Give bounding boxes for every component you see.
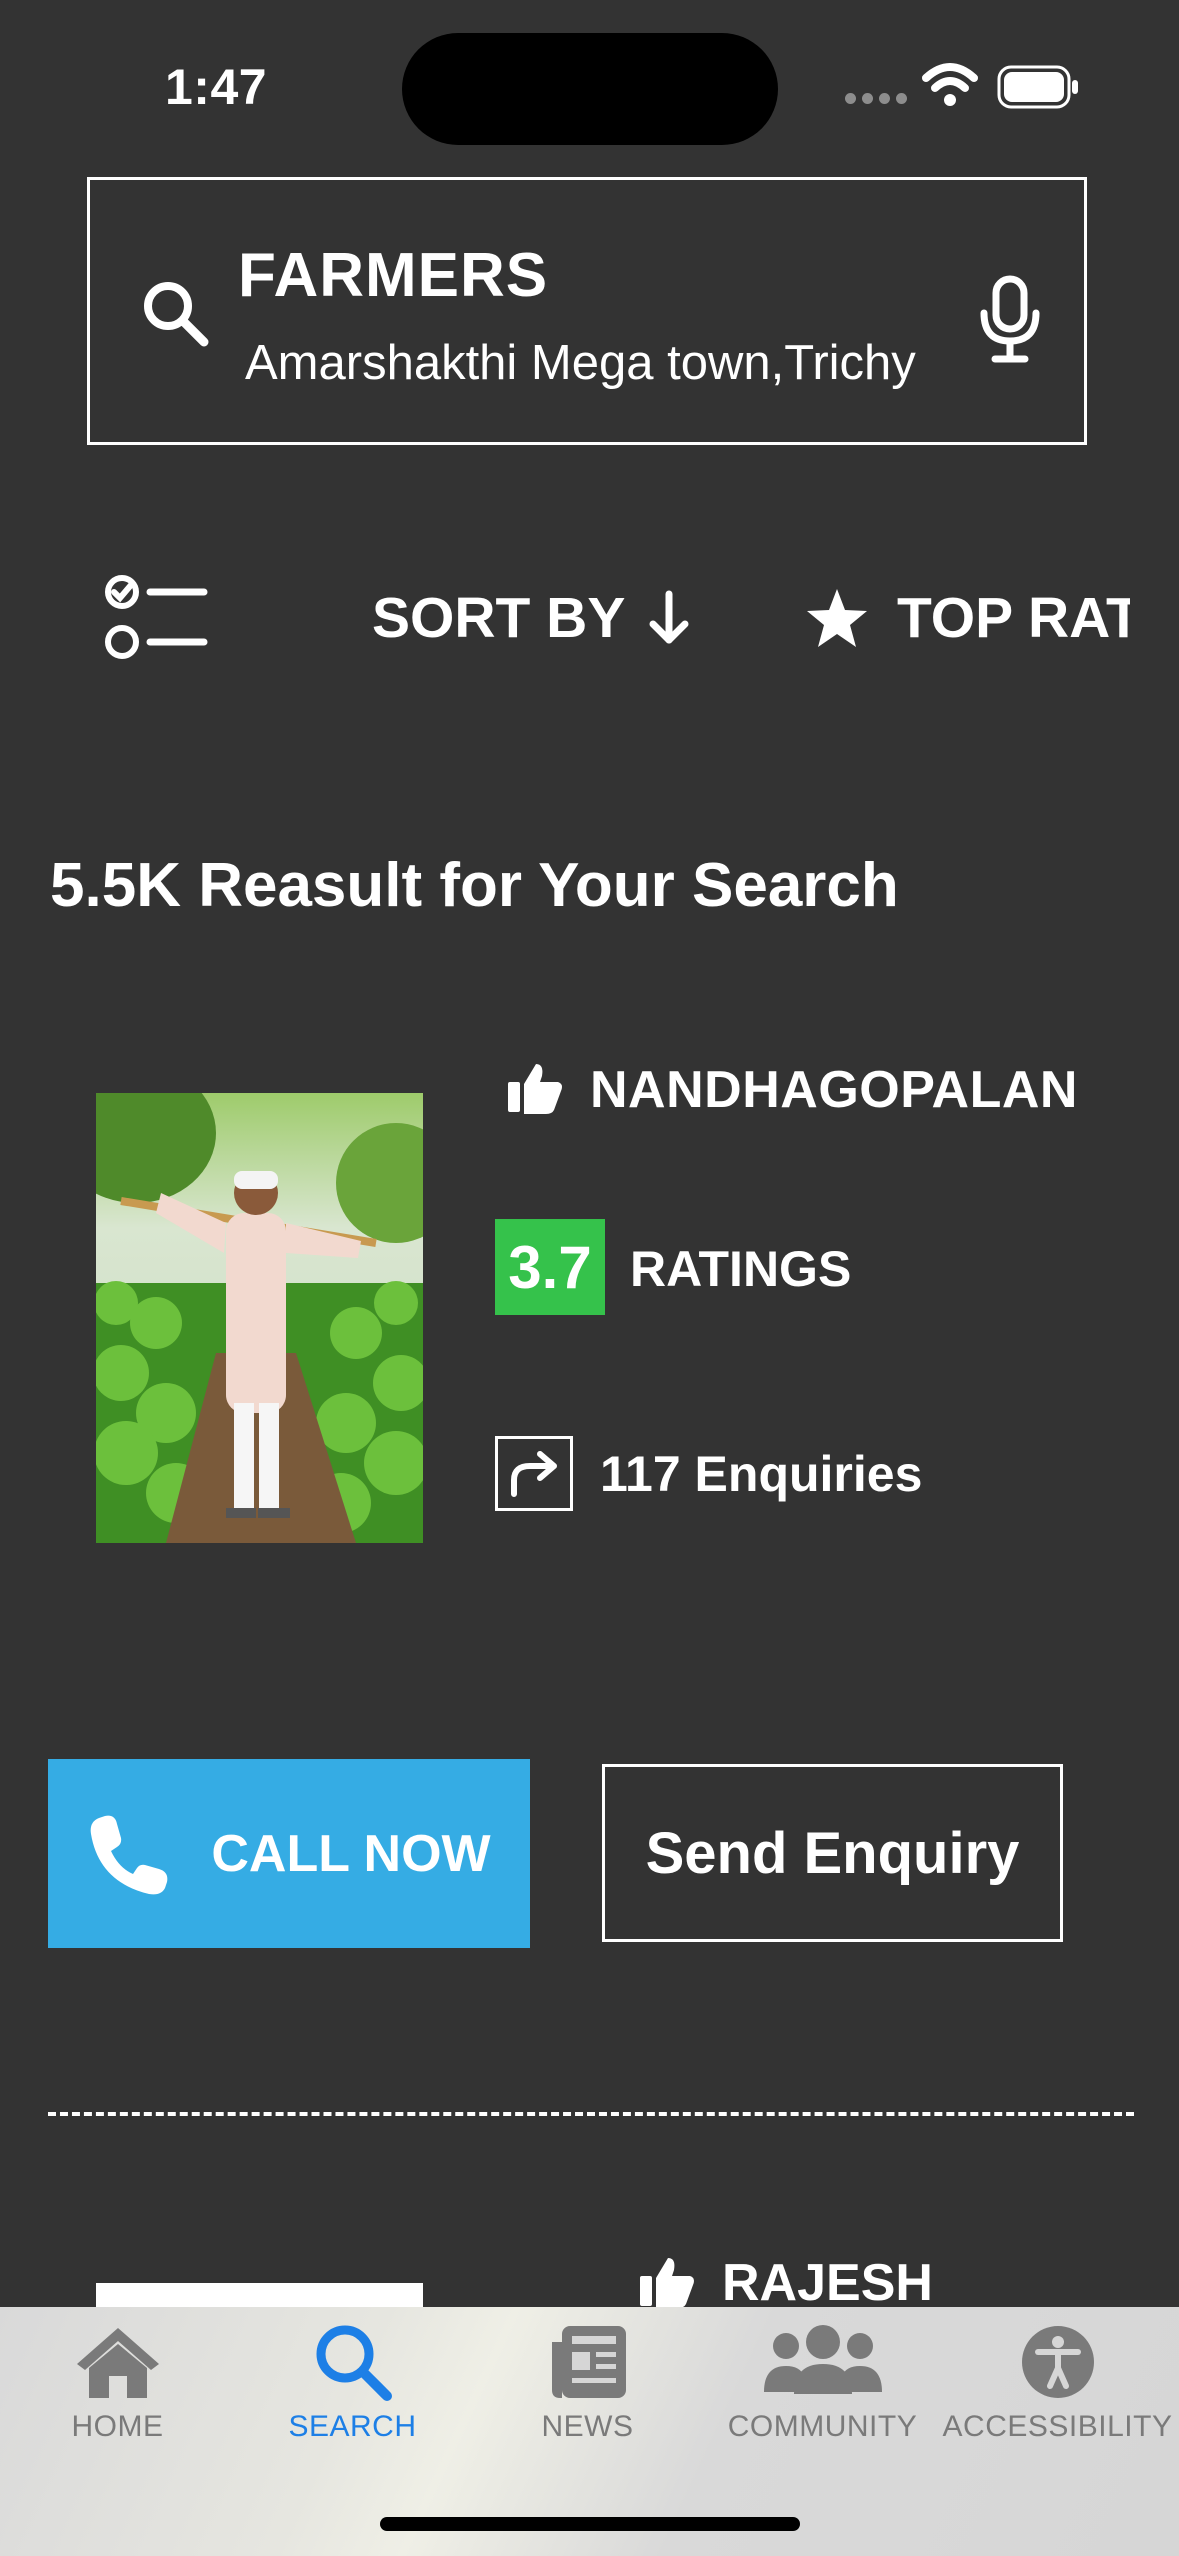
tab-news[interactable]: NEWS xyxy=(470,2322,705,2444)
status-time: 1:47 xyxy=(165,59,268,115)
arrow-down-icon xyxy=(649,590,689,644)
enquiries-count: 117 Enquiries xyxy=(600,1446,923,1502)
call-now-button[interactable]: CALL NOW xyxy=(48,1759,530,1948)
tab-home-label: HOME xyxy=(71,2410,164,2443)
microphone-icon[interactable] xyxy=(975,275,1045,365)
search-icon xyxy=(316,2325,392,2401)
share-icon xyxy=(495,1436,573,1511)
search-query[interactable]: FARMERS xyxy=(238,240,548,311)
tab-accessibility-label: ACCESSIBILITY xyxy=(942,2410,1173,2443)
results-count: 5.5K Reasult for Your Search xyxy=(50,851,899,920)
rating-badge: 3.7 xyxy=(495,1219,605,1315)
card-divider xyxy=(48,2112,1134,2116)
tab-search-label: SEARCH xyxy=(288,2410,417,2443)
call-now-label: CALL NOW xyxy=(211,1824,491,1883)
newspaper-icon xyxy=(551,2326,626,2398)
thumbs-up-icon xyxy=(640,2258,694,2308)
search-box[interactable] xyxy=(87,177,1087,445)
search-location[interactable]: Amarshakthi Mega town,Trichy xyxy=(245,335,916,391)
tab-home[interactable]: HOME xyxy=(0,2322,235,2444)
tab-community-label: COMMUNITY xyxy=(727,2410,918,2443)
star-icon xyxy=(807,589,867,647)
cellular-signal-icon xyxy=(845,93,907,104)
listing-name-2[interactable]: RAJESH xyxy=(722,2253,933,2313)
wifi-icon xyxy=(922,63,978,106)
community-icon xyxy=(763,2325,882,2394)
tab-news-label: NEWS xyxy=(541,2410,634,2443)
home-indicator xyxy=(380,2517,800,2531)
top-rated-button[interactable]: TOP RAT xyxy=(790,560,1130,680)
dynamic-island xyxy=(402,33,778,145)
sort-by-label: SORT BY xyxy=(372,586,626,650)
sort-by-button[interactable]: SORT BY xyxy=(372,585,691,651)
listing-name[interactable]: NANDHAGOPALAN xyxy=(590,1060,1078,1120)
farmer-photo[interactable] xyxy=(96,1093,423,1543)
tab-community[interactable]: COMMUNITY xyxy=(705,2322,940,2444)
tab-accessibility[interactable]: ACCESSIBILITY xyxy=(940,2322,1175,2444)
ratings-label: RATINGS xyxy=(630,1241,852,1297)
battery-icon xyxy=(997,65,1078,109)
accessibility-icon xyxy=(1021,2326,1094,2398)
filter-checklist-icon[interactable] xyxy=(104,572,210,664)
send-enquiry-button[interactable]: Send Enquiry xyxy=(602,1764,1063,1942)
home-icon xyxy=(76,2328,159,2398)
phone-icon xyxy=(91,1815,168,1894)
tab-search[interactable]: SEARCH xyxy=(235,2322,470,2444)
thumbs-up-icon xyxy=(508,1064,562,1114)
search-icon[interactable] xyxy=(140,278,212,350)
top-rated-label: TOP RAT xyxy=(897,586,1130,650)
